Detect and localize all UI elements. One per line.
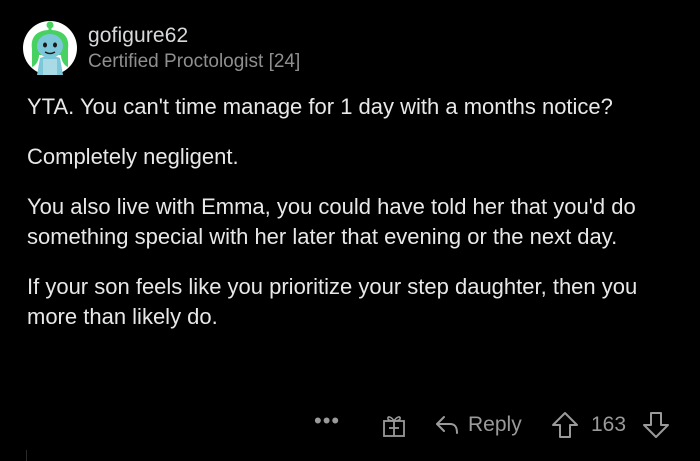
comment: gofigure62 Certified Proctologist [24] Y… bbox=[0, 0, 700, 461]
thread-line bbox=[26, 450, 27, 461]
comment-paragraph: YTA. You can't time manage for 1 day wit… bbox=[27, 94, 613, 119]
avatar-icon[interactable] bbox=[23, 21, 77, 75]
reply-label: Reply bbox=[468, 413, 522, 436]
more-options-icon[interactable]: ••• bbox=[314, 401, 340, 441]
comment-paragraph: If your son feels like you prioritize yo… bbox=[27, 274, 638, 329]
upvote-button[interactable] bbox=[551, 405, 579, 445]
vote-score: 163 bbox=[591, 413, 627, 436]
reply-arrow-icon bbox=[436, 416, 458, 434]
comment-body: YTA. You can't time manage for 1 day wit… bbox=[27, 92, 677, 352]
downvote-arrow-icon bbox=[643, 412, 669, 438]
comment-actions: ••• Reply 163 bbox=[0, 405, 700, 445]
downvote-button[interactable] bbox=[642, 405, 670, 445]
comment-paragraph: Completely negligent. bbox=[27, 144, 239, 169]
upvote-arrow-icon bbox=[552, 412, 578, 438]
reply-button[interactable]: Reply bbox=[434, 405, 522, 445]
user-flair: Certified Proctologist [24] bbox=[88, 51, 301, 72]
comment-paragraph: You also live with Emma, you could have … bbox=[27, 194, 636, 249]
username[interactable]: gofigure62 bbox=[88, 24, 188, 48]
award-button[interactable] bbox=[381, 405, 407, 445]
gift-icon bbox=[383, 416, 405, 437]
